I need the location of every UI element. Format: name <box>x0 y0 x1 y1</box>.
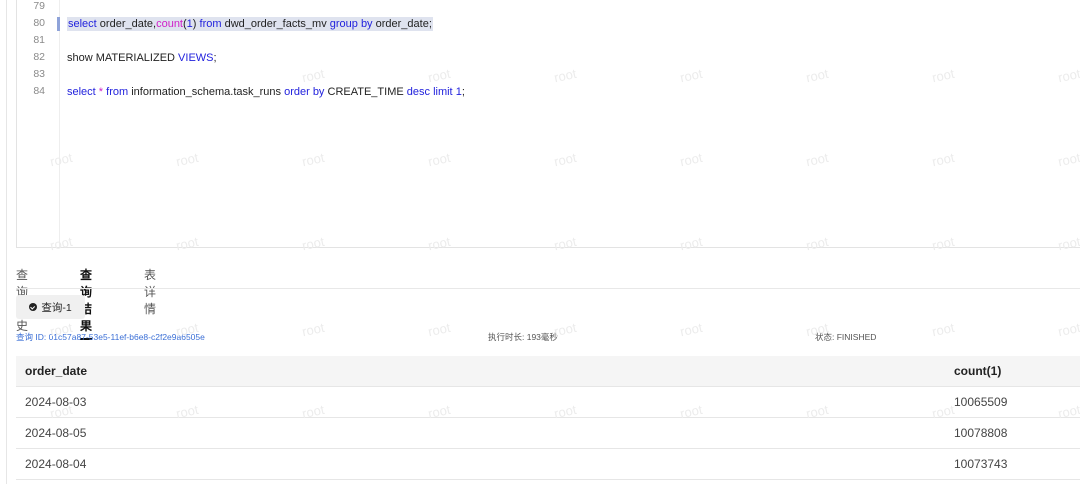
query-chip-label: 查询-1 <box>41 301 72 314</box>
code-line-80[interactable]: select order_date,count(1) from dwd_orde… <box>67 17 433 31</box>
query-id: 查询 ID: 01c57a87-53e5-11ef-b6e8-c2f2e9a65… <box>16 332 205 342</box>
code-token: ; <box>213 52 217 64</box>
code-token: order_date, <box>96 18 157 30</box>
watermark-text: root <box>426 319 452 340</box>
tabs-divider <box>16 288 1080 289</box>
left-border <box>6 0 7 484</box>
code-token: * <box>95 86 107 98</box>
line-number: 80 <box>33 17 45 29</box>
active-line-marker <box>57 17 60 31</box>
code-token: dwd_order_facts_mv <box>221 18 330 30</box>
code-token: order_date; <box>372 18 432 30</box>
table-row[interactable]: 2024-08-04 10073743 <box>16 449 1080 480</box>
table-cell: 10078808 <box>954 426 1008 440</box>
table-cell: 2024-08-04 <box>25 457 87 471</box>
line-number: 83 <box>33 68 45 80</box>
table-header-row: order_date count(1) <box>16 356 1080 387</box>
code-token: select <box>67 86 96 98</box>
code-line-84[interactable]: select * from information_schema.task_ru… <box>67 85 465 99</box>
line-number: 82 <box>33 51 45 63</box>
table-cell: 10065509 <box>954 395 1008 409</box>
line-number: 84 <box>33 85 45 97</box>
code-token: count <box>156 18 183 30</box>
tab-table-details[interactable]: 表详情 <box>144 266 156 321</box>
table-row[interactable]: 2024-08-05 10078808 <box>16 418 1080 449</box>
code-token: information_schema.task_runs <box>128 86 285 98</box>
check-circle-icon <box>29 303 38 311</box>
code-token: CREATE_TIME <box>324 86 407 98</box>
watermark-text: root <box>1056 319 1080 340</box>
selection-highlight: select order_date,count(1) from dwd_orde… <box>67 17 433 31</box>
code-token: ; <box>461 86 465 98</box>
query-chip[interactable]: 查询-1 <box>16 295 85 319</box>
query-status: 状态: FINISHED <box>815 332 877 342</box>
table-cell: 2024-08-03 <box>25 395 87 409</box>
code-token: select <box>68 18 97 30</box>
table-row[interactable]: 2024-08-03 10065509 <box>16 387 1080 418</box>
watermark-text: root <box>678 319 704 340</box>
code-token: VIEWS <box>178 52 214 64</box>
results-table: order_date count(1) 2024-08-03 10065509 … <box>16 356 1080 480</box>
column-header-count[interactable]: count(1) <box>954 356 1001 386</box>
sql-editor[interactable]: 79 80 81 82 83 84 select order_date,coun… <box>16 0 1080 248</box>
watermark-text: root <box>300 319 326 340</box>
code-token: ) <box>192 18 200 30</box>
code-token: order by <box>284 86 325 98</box>
table-cell: 2024-08-05 <box>25 426 87 440</box>
table-cell: 10073743 <box>954 457 1008 471</box>
watermark-text: root <box>930 319 956 340</box>
query-duration: 执行时长: 193毫秒 <box>488 332 558 342</box>
code-token: desc <box>406 86 430 98</box>
code-token: from <box>106 86 129 98</box>
line-number: 81 <box>33 34 45 46</box>
code-token: group by <box>329 18 373 30</box>
column-header-order-date[interactable]: order_date <box>25 356 87 386</box>
code-token: show MATERIALIZED <box>67 52 179 64</box>
line-number: 79 <box>33 0 45 12</box>
line-number-gutter: 79 80 81 82 83 84 <box>17 0 60 247</box>
code-token: limit <box>433 86 453 98</box>
code-token: from <box>199 18 222 30</box>
code-line-82[interactable]: show MATERIALIZED VIEWS; <box>67 51 217 65</box>
